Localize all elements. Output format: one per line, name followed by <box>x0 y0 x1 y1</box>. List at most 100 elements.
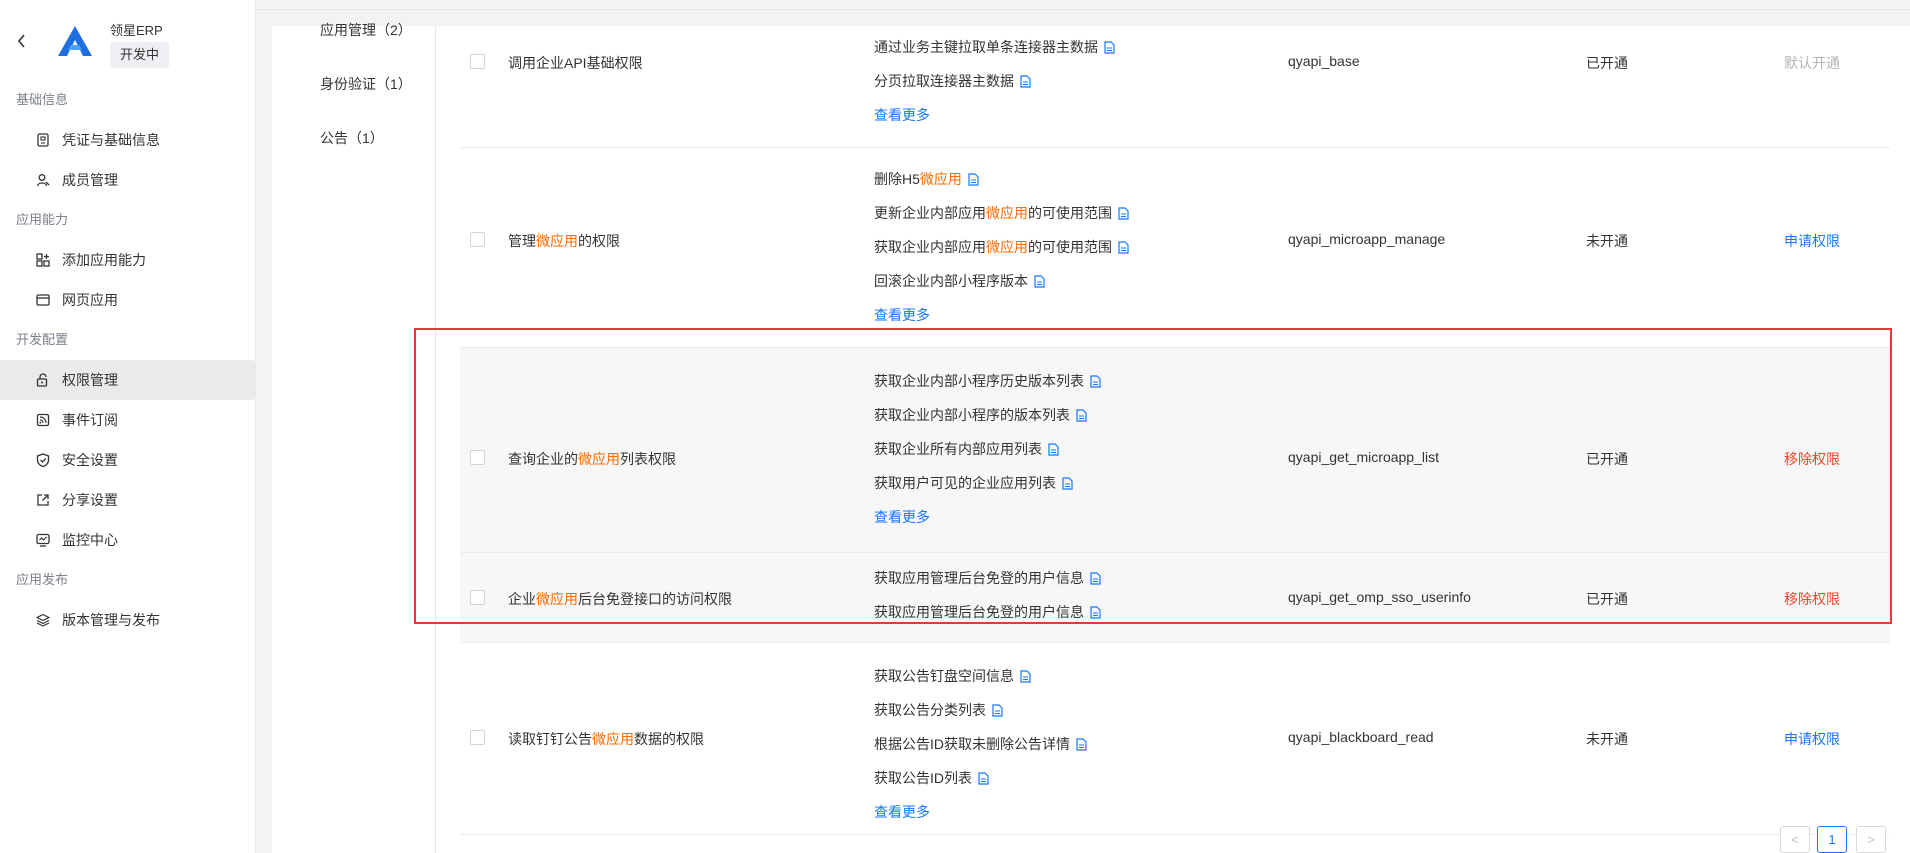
credential-icon <box>36 133 50 147</box>
api-name: 分页拉取连接器主数据 <box>874 73 1014 89</box>
api-name: 通过业务主键拉取单条连接器主数据 <box>874 39 1098 55</box>
api-name: 获取应用管理后台免登的用户信息 <box>874 570 1084 586</box>
sidebar-item-web-app[interactable]: 网页应用 <box>0 280 255 320</box>
doc-link-icon[interactable] <box>1062 468 1073 490</box>
api-name: 回滚企业内部小程序版本 <box>874 273 1028 289</box>
row-checkbox[interactable] <box>470 730 485 745</box>
row-checkbox[interactable] <box>470 590 485 605</box>
doc-link-icon[interactable] <box>1020 661 1031 683</box>
sidebar-item-label: 版本管理与发布 <box>62 612 160 628</box>
api-item: 获取企业内部小程序的版本列表 <box>874 398 1101 432</box>
sidebar-item-label: 添加应用能力 <box>62 252 146 268</box>
sidebar-item-label: 成员管理 <box>62 172 118 188</box>
permission-name: 调用企业API基础权限 <box>508 53 643 73</box>
view-more-link[interactable]: 查看更多 <box>874 795 1087 829</box>
remove-permission-button[interactable]: 移除权限 <box>1784 589 1840 609</box>
api-item: 获取公告ID列表 <box>874 761 1087 795</box>
app-status-badge: 开发中 <box>110 42 170 68</box>
api-list: 获取应用管理后台免登的用户信息 获取应用管理后台免登的用户信息 <box>874 561 1101 629</box>
doc-link-icon[interactable] <box>1090 366 1101 388</box>
pagination-page-1[interactable]: 1 <box>1817 826 1847 853</box>
default-enabled-label: 默认开通 <box>1784 55 1840 71</box>
doc-link-icon[interactable] <box>1090 563 1101 585</box>
permission-name-keyword: 微应用 <box>578 451 620 467</box>
sidebar-item-members[interactable]: 成员管理 <box>0 160 255 200</box>
row-checkbox[interactable] <box>470 54 485 69</box>
api-list: 删除H5微应用 更新企业内部应用微应用的可使用范围 获取企业内部应用微应用的可使用范… <box>874 162 1129 332</box>
api-item: 获取公告分类列表 <box>874 693 1087 727</box>
api-name: 更新企业内部应用微应用的可使用范围 <box>874 205 1112 221</box>
remove-permission-button[interactable]: 移除权限 <box>1784 449 1840 469</box>
api-list: 获取公告钉盘空间信息 获取公告分类列表 根据公告ID获取未删除公告详情 获取公告ID列… <box>874 659 1087 829</box>
sidebar: 领星ERP 开发中 基础信息 凭证与基础信息 成员管理 应用能力 添加应用能力 网页应用开… <box>0 0 256 853</box>
sidebar-item-label: 权限管理 <box>62 372 118 388</box>
api-item: 分页拉取连接器主数据 <box>874 64 1115 98</box>
permission-name-text: 的权限 <box>578 233 620 249</box>
api-name: 获取公告ID列表 <box>874 770 972 786</box>
api-name: 获取企业内部小程序的版本列表 <box>874 407 1070 423</box>
app-logo <box>58 26 92 56</box>
table-row: 企业微应用后台免登接口的访问权限 获取应用管理后台免登的用户信息 获取应用管理后台免… <box>460 553 1890 643</box>
sidebar-item-monitor[interactable]: 监控中心 <box>0 520 255 560</box>
api-name: 获取公告分类列表 <box>874 702 986 718</box>
table-row: 查询企业的微应用列表权限 获取企业内部小程序历史版本列表 获取企业内部小程序的版本列… <box>460 348 1890 553</box>
pagination-next-button[interactable]: > <box>1856 826 1886 853</box>
permission-name-text: 列表权限 <box>620 451 676 467</box>
api-list: 获取企业内部小程序历史版本列表 获取企业内部小程序的版本列表 获取企业所有内部应用列… <box>874 364 1101 534</box>
table-row: 管理微应用的权限 删除H5微应用 更新企业内部应用微应用的可使用范围 获取企业内部应用… <box>460 148 1890 348</box>
row-checkbox[interactable] <box>470 232 485 247</box>
category-identity[interactable]: 身份验证（1） <box>320 74 412 94</box>
doc-link-icon[interactable] <box>1048 434 1059 456</box>
sidebar-item-version-release[interactable]: 版本管理与发布 <box>0 600 255 640</box>
top-bar-strip <box>256 0 1910 10</box>
doc-link-icon[interactable] <box>1104 32 1115 54</box>
permission-name: 企业微应用后台免登接口的访问权限 <box>508 589 732 609</box>
permission-name-text: 后台免登接口的访问权限 <box>578 591 732 607</box>
doc-link-icon[interactable] <box>1076 400 1087 422</box>
event-icon <box>36 413 50 427</box>
doc-link-icon[interactable] <box>968 164 979 186</box>
add-ability-icon <box>36 253 50 267</box>
api-name: 删除H5微应用 <box>874 171 962 187</box>
doc-link-icon[interactable] <box>1118 198 1129 220</box>
category-announcement[interactable]: 公告（1） <box>320 128 384 148</box>
sidebar-item-security[interactable]: 安全设置 <box>0 440 255 480</box>
sidebar-item-label: 监控中心 <box>62 532 118 548</box>
view-more-link[interactable]: 查看更多 <box>874 98 1115 132</box>
doc-link-icon[interactable] <box>1118 232 1129 254</box>
sidebar-item-share[interactable]: 分享设置 <box>0 480 255 520</box>
table-row: 读取钉钉公告微应用数据的权限 获取公告钉盘空间信息 获取公告分类列表 根据公告ID获取… <box>460 643 1890 835</box>
doc-link-icon[interactable] <box>992 695 1003 717</box>
sidebar-item-credentials[interactable]: 凭证与基础信息 <box>0 120 255 160</box>
api-list: 通过业务主键拉取单条连接器主数据 分页拉取连接器主数据查看更多 <box>874 30 1115 132</box>
permission-name-text: 数据的权限 <box>634 731 704 747</box>
view-more-link[interactable]: 查看更多 <box>874 500 1101 534</box>
permission-status: 未开通 <box>1586 233 1628 249</box>
api-name: 获取用户可见的企业应用列表 <box>874 475 1056 491</box>
permission-name-text: 读取钉钉公告 <box>508 731 592 747</box>
apply-permission-button[interactable]: 申请权限 <box>1784 231 1840 251</box>
view-more-link[interactable]: 查看更多 <box>874 298 1129 332</box>
doc-link-icon[interactable] <box>1090 597 1101 619</box>
permission-code: qyapi_blackboard_read <box>1288 729 1434 745</box>
api-name: 获取企业所有内部应用列表 <box>874 441 1042 457</box>
category-app-management[interactable]: 应用管理（2） <box>320 20 412 40</box>
permission-code: qyapi_get_omp_sso_userinfo <box>1288 589 1471 605</box>
sidebar-item-event-subscription[interactable]: 事件订阅 <box>0 400 255 440</box>
pagination-prev-button[interactable]: < <box>1780 826 1810 853</box>
apply-permission-button[interactable]: 申请权限 <box>1784 729 1840 749</box>
row-checkbox[interactable] <box>470 450 485 465</box>
doc-link-icon[interactable] <box>1076 729 1087 751</box>
permission-status: 已开通 <box>1586 55 1628 71</box>
api-item: 删除H5微应用 <box>874 162 1129 196</box>
back-icon[interactable] <box>16 32 28 50</box>
doc-link-icon[interactable] <box>978 763 989 785</box>
permission-category-list: 应用管理（2） 身份验证（1） 公告（1） <box>272 22 436 853</box>
permission-name-text: 管理 <box>508 233 536 249</box>
web-app-icon <box>36 293 50 307</box>
permission-name: 读取钉钉公告微应用数据的权限 <box>508 729 704 749</box>
doc-link-icon[interactable] <box>1020 66 1031 88</box>
doc-link-icon[interactable] <box>1034 266 1045 288</box>
sidebar-item-add-ability[interactable]: 添加应用能力 <box>0 240 255 280</box>
sidebar-item-permission[interactable]: 权限管理 <box>0 360 255 400</box>
